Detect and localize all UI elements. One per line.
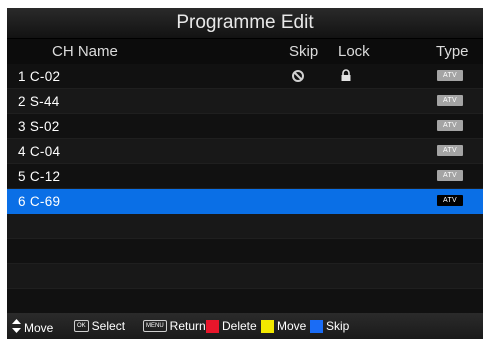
skip-icon: [291, 69, 305, 83]
help-move-label: Move: [24, 320, 54, 335]
channel-name: 5 C-12: [18, 169, 61, 184]
empty-row: [7, 264, 483, 289]
channel-row-selected[interactable]: 6 C-69 ATV: [7, 189, 483, 214]
column-header: CH Name Skip Lock Type: [7, 39, 483, 64]
column-header-ch-name: CH Name: [52, 43, 118, 60]
channel-name: 2 S-44: [18, 94, 60, 109]
blue-key-icon: [310, 319, 323, 333]
channel-row[interactable]: 2 S-44 ATV: [7, 89, 483, 114]
channel-row[interactable]: 4 C-04 ATV: [7, 139, 483, 164]
programme-edit-window: Programme Edit CH Name Skip Lock Type 1 …: [7, 8, 483, 339]
empty-row: [7, 289, 483, 314]
help-skip: Skip: [310, 319, 349, 333]
channel-row[interactable]: 3 S-02 ATV: [7, 114, 483, 139]
ok-key-icon: OK: [74, 320, 89, 332]
yellow-key-icon: [261, 319, 274, 333]
channel-name: 4 C-04: [18, 144, 61, 159]
help-return-label: Return: [169, 319, 206, 333]
help-skip-label: Skip: [326, 319, 350, 333]
help-select-label: Select: [91, 319, 126, 333]
channel-row[interactable]: 1 C-02 ATV: [7, 64, 483, 89]
channel-list: 1 C-02 ATV 2 S-44 ATV 3 S-02 ATV 4 C-04 …: [7, 64, 483, 314]
channel-name: 6 C-69: [18, 194, 61, 209]
help-move: Move: [12, 319, 53, 336]
type-badge: ATV: [437, 70, 463, 81]
help-delete-label: Delete: [222, 319, 257, 333]
channel-name: 1 C-02: [18, 69, 61, 84]
menu-key-icon: MENU: [143, 320, 167, 332]
help-return: MENU Return: [143, 319, 206, 333]
type-badge: ATV: [437, 145, 463, 156]
column-header-type: Type: [436, 43, 469, 60]
channel-name: 3 S-02: [18, 119, 60, 134]
help-move2-label: Move: [277, 319, 307, 333]
empty-row: [7, 239, 483, 264]
column-header-skip: Skip: [289, 43, 319, 60]
type-badge: ATV: [437, 170, 463, 181]
empty-row: [7, 214, 483, 239]
type-badge: ATV: [437, 95, 463, 106]
type-badge: ATV: [437, 120, 463, 131]
up-down-arrow-icon: [12, 319, 21, 336]
column-header-lock: Lock: [338, 43, 370, 60]
type-badge: ATV: [437, 195, 463, 206]
help-delete: Delete: [206, 319, 257, 333]
page-title: Programme Edit: [7, 8, 483, 39]
channel-row[interactable]: 5 C-12 ATV: [7, 164, 483, 189]
red-key-icon: [206, 319, 219, 333]
help-select: OK Select: [74, 319, 125, 333]
help-move-yellow: Move: [261, 319, 306, 333]
lock-icon: [339, 68, 353, 82]
help-bar: Move OK Select MENU Return Delete Move S…: [7, 313, 483, 339]
